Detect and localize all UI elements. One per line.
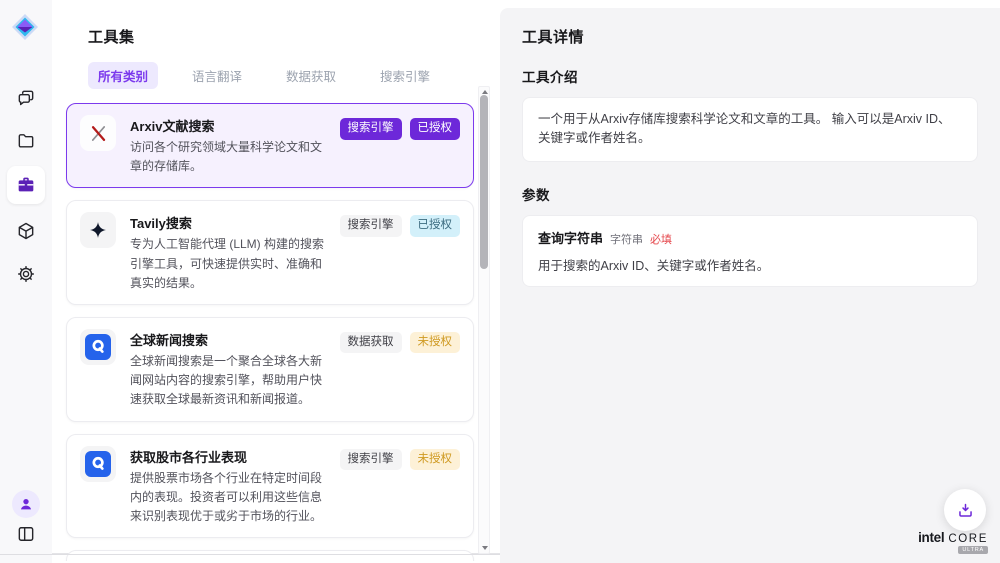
tool-card[interactable]: 全球新闻搜索 全球新闻搜索是一个聚合全球各大新闻网站内容的搜索引擎，帮助用户快速… <box>66 317 474 422</box>
params-heading: 参数 <box>522 184 978 204</box>
download-button[interactable] <box>944 489 986 531</box>
tool-card[interactable]: 获取股市各行业表现 提供股票市场各个行业在特定时间段内的表现。投资者可以利用这些… <box>66 434 474 539</box>
scroll-up-arrow-icon[interactable] <box>482 90 488 94</box>
tab-2[interactable]: 数据获取 <box>276 62 346 89</box>
category-badge: 数据获取 <box>340 332 402 354</box>
chat-icon[interactable] <box>16 88 36 108</box>
folder-icon[interactable] <box>16 131 36 151</box>
tool-card-list: Arxiv文献搜索 访问各个研究领域大量科学论文和文章的存储库。 搜索引擎 已授… <box>52 101 500 561</box>
param-required-badge: 必填 <box>650 231 672 247</box>
category-tabs: 所有类别语言翻译数据获取搜索引擎 <box>88 62 500 89</box>
tool-description: 专为人工智能代理 (LLM) 构建的搜索引擎工具，可快速提供实时、准确和真实的结… <box>130 235 326 293</box>
arxiv-logo-icon <box>80 115 116 151</box>
cube-icon[interactable] <box>16 221 36 241</box>
sidebar-rail <box>0 0 52 563</box>
tool-title: Arxiv文献搜索 <box>130 116 326 135</box>
settings-gear-icon[interactable] <box>16 264 36 284</box>
window-bottom-edge <box>0 554 500 555</box>
list-scrollbar[interactable] <box>478 86 490 554</box>
status-badge: 未授权 <box>410 449 461 471</box>
tab-3[interactable]: 搜索引擎 <box>370 62 440 89</box>
category-badge: 搜索引擎 <box>340 118 402 140</box>
tool-description: 全球新闻搜索是一个聚合全球各大新闻网站内容的搜索引擎，帮助用户快速获取全球最新资… <box>130 352 326 410</box>
tool-description: 访问各个研究领域大量科学论文和文章的存储库。 <box>130 138 326 176</box>
param-card: 查询字符串 字符串 必填 用于搜索的Arxiv ID、关键字或作者姓名。 <box>522 215 978 287</box>
ultra-badge: ULTRA <box>958 546 988 554</box>
app-logo-icon <box>11 13 39 41</box>
q-search-icon <box>80 329 116 365</box>
tool-list-panel: 工具集 所有类别语言翻译数据获取搜索引擎 Arxiv文献搜索 访问各个研究领域大… <box>52 8 500 554</box>
tool-title: Tavily搜索 <box>130 213 326 232</box>
intel-wordmark: intel <box>918 530 944 545</box>
category-badge: 搜索引擎 <box>340 449 402 471</box>
intro-heading: 工具介绍 <box>522 66 978 86</box>
tool-card[interactable]: Tavily搜索 专为人工智能代理 (LLM) 构建的搜索引擎工具，可快速提供实… <box>66 200 474 305</box>
user-avatar[interactable] <box>12 490 40 518</box>
tab-1[interactable]: 语言翻译 <box>182 62 252 89</box>
param-type: 字符串 <box>610 231 643 247</box>
tool-detail-panel: 工具详情 工具介绍 一个用于从Arxiv存储库搜索科学论文和文章的工具。 输入可… <box>500 8 1000 563</box>
category-badge: 搜索引擎 <box>340 215 402 237</box>
scrollbar-thumb[interactable] <box>480 95 488 269</box>
tool-card[interactable]: 获取市场最活跃股票信息 提供当天交易量最高的股票列表，投资者可以利用这些信息来识… <box>66 550 474 561</box>
download-icon <box>956 501 975 520</box>
status-badge: 未授权 <box>410 332 461 354</box>
intro-text: 一个用于从Arxiv存储库搜索科学论文和文章的工具。 输入可以是Arxiv ID… <box>538 110 962 149</box>
param-description: 用于搜索的Arxiv ID、关键字或作者姓名。 <box>538 255 962 274</box>
panel-toggle-icon[interactable] <box>16 524 36 544</box>
detail-title: 工具详情 <box>522 26 978 47</box>
tool-title: 获取股市各行业表现 <box>130 447 326 466</box>
q-search-icon <box>80 446 116 482</box>
param-name: 查询字符串 <box>538 228 603 247</box>
tool-title: 全球新闻搜索 <box>130 330 326 349</box>
tool-card[interactable]: Arxiv文献搜索 访问各个研究领域大量科学论文和文章的存储库。 搜索引擎 已授… <box>66 103 474 188</box>
tab-0[interactable]: 所有类别 <box>88 62 158 89</box>
scroll-down-arrow-icon[interactable] <box>482 546 488 550</box>
intel-core-logo: intel CORE ULTRA <box>918 530 988 554</box>
person-icon <box>18 496 34 512</box>
tool-description: 提供股票市场各个行业在特定时间段内的表现。投资者可以利用这些信息来识别表现优于或… <box>130 469 326 527</box>
status-badge: 已授权 <box>410 215 461 237</box>
tavily-star-icon <box>80 212 116 248</box>
core-wordmark: CORE <box>948 533 988 545</box>
intro-card: 一个用于从Arxiv存储库搜索科学论文和文章的工具。 输入可以是Arxiv ID… <box>522 97 978 162</box>
toolbox-icon[interactable] <box>7 166 45 204</box>
status-badge: 已授权 <box>410 118 461 140</box>
page-title: 工具集 <box>88 26 500 47</box>
